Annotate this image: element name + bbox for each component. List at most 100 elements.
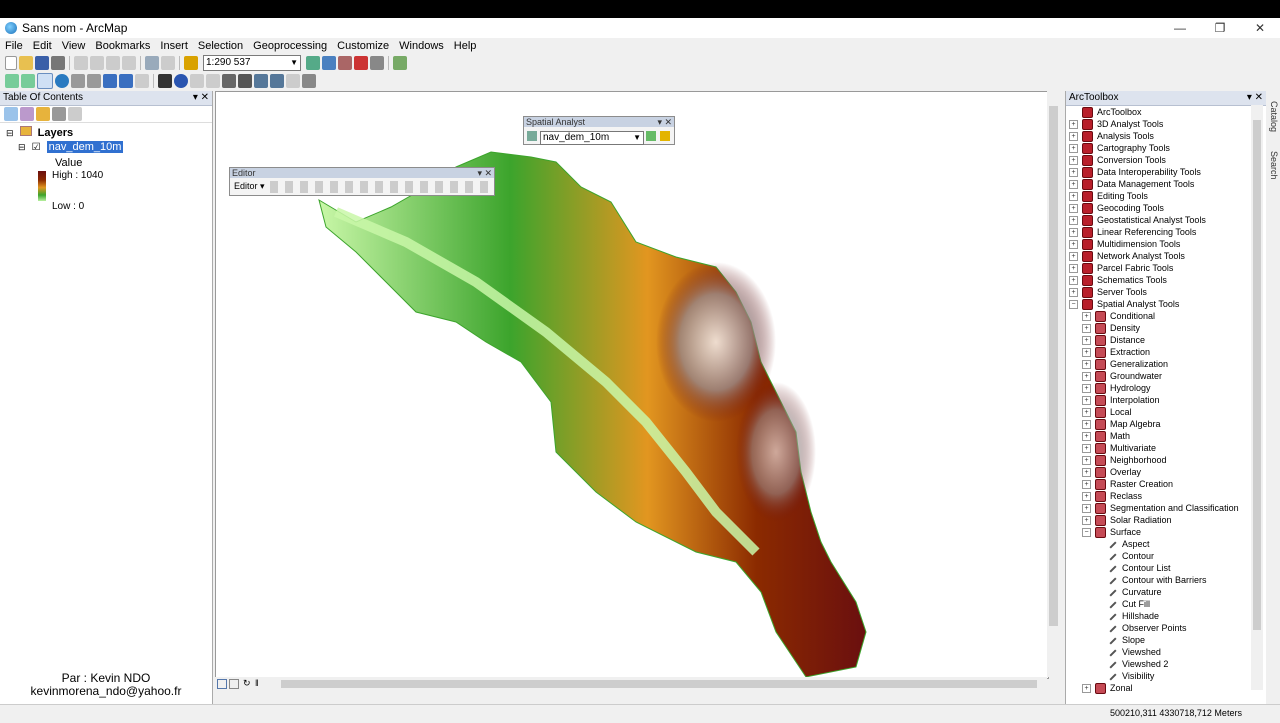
toolset-item[interactable]: + Distance: [1082, 334, 1145, 346]
expand-icon[interactable]: +: [1069, 167, 1078, 177]
toolbox-item[interactable]: + Parcel Fabric Tools: [1069, 262, 1173, 274]
map-vscroll-thumb[interactable]: [1049, 106, 1058, 626]
zoom-out-icon[interactable]: [21, 74, 35, 88]
editor-close-icon[interactable]: ▾ ✕: [477, 168, 492, 178]
surface-tool-item[interactable]: Contour: [1095, 550, 1154, 562]
toolset-item[interactable]: − Surface: [1082, 526, 1141, 538]
toolset-item[interactable]: + Density: [1082, 322, 1140, 334]
fixed-zoom-in-icon[interactable]: [71, 74, 85, 88]
expand-icon[interactable]: +: [1082, 311, 1091, 321]
catalog-tab[interactable]: Catalog: [1267, 101, 1279, 132]
toolset-item[interactable]: + Raster Creation: [1082, 478, 1173, 490]
layer-visibility-checkbox[interactable]: ☑: [32, 142, 41, 153]
expand-icon[interactable]: +: [1082, 467, 1091, 477]
list-by-source-icon[interactable]: [20, 107, 34, 121]
expand-icon[interactable]: +: [1069, 275, 1078, 285]
toolset-item[interactable]: + Local: [1082, 406, 1132, 418]
toolbox-scroll-thumb[interactable]: [1253, 120, 1261, 630]
toc-pin-close-icon[interactable]: ▾ ✕: [193, 91, 209, 105]
expand-icon[interactable]: +: [1082, 491, 1091, 501]
expand-icon[interactable]: +: [1082, 371, 1091, 381]
toolset-item[interactable]: + Math: [1082, 430, 1130, 442]
toc-options-icon[interactable]: [68, 107, 82, 121]
menu-windows[interactable]: Windows: [394, 40, 449, 52]
histogram-icon[interactable]: [646, 131, 656, 141]
toolbox-scrollbar[interactable]: [1251, 105, 1263, 690]
expand-icon[interactable]: +: [1082, 419, 1091, 429]
expand-icon[interactable]: +: [1082, 503, 1091, 513]
expand-icon[interactable]: +: [1082, 455, 1091, 465]
html-popup-icon[interactable]: [206, 74, 220, 88]
toolbox-item[interactable]: + Geocoding Tools: [1069, 202, 1164, 214]
select-features-icon[interactable]: [135, 74, 149, 88]
expand-icon[interactable]: +: [1069, 191, 1078, 201]
surface-tool-item[interactable]: Observer Points: [1095, 622, 1187, 634]
tree-root-arctoolbox[interactable]: ArcToolbox: [1069, 106, 1142, 118]
expand-icon[interactable]: +: [1069, 119, 1078, 129]
expand-icon[interactable]: +: [1082, 443, 1091, 453]
undo-icon[interactable]: [145, 56, 159, 70]
time-slider-icon[interactable]: [286, 74, 300, 88]
toolbox-item[interactable]: − Spatial Analyst Tools: [1069, 298, 1179, 310]
toolbox-item[interactable]: + Server Tools: [1069, 286, 1147, 298]
layer-name[interactable]: nav_dem_10m: [46, 141, 124, 153]
restore-button[interactable]: ❐: [1200, 18, 1240, 38]
arctoolbox-icon[interactable]: [354, 56, 368, 70]
identify-icon[interactable]: [174, 74, 188, 88]
surface-tool-item[interactable]: Visibility: [1095, 670, 1154, 682]
copy-icon[interactable]: [90, 56, 104, 70]
map-view[interactable]: Spatial Analyst ▾ ✕ nav_dem_10m ▼ Editor…: [215, 91, 1049, 679]
chevron-down-icon[interactable]: ▼: [633, 132, 641, 144]
pan-icon[interactable]: [37, 73, 53, 89]
expand-icon[interactable]: +: [1069, 227, 1078, 237]
toolbox-item[interactable]: + Linear Referencing Tools: [1069, 226, 1196, 238]
surface-tool-item[interactable]: Contour with Barriers: [1095, 574, 1207, 586]
full-extent-icon[interactable]: [55, 74, 69, 88]
menu-help[interactable]: Help: [449, 40, 482, 52]
open-folder-icon[interactable]: [19, 56, 33, 70]
toolset-item[interactable]: + Reclass: [1082, 490, 1142, 502]
expand-icon[interactable]: +: [1069, 143, 1078, 153]
expand-icon[interactable]: +: [1082, 335, 1091, 345]
chevron-down-icon[interactable]: ▼: [290, 56, 298, 70]
toolset-item[interactable]: + Interpolation: [1082, 394, 1160, 406]
toolbox-item[interactable]: + Analysis Tools: [1069, 130, 1154, 142]
toolset-item[interactable]: + Neighborhood: [1082, 454, 1167, 466]
menu-geoprocessing[interactable]: Geoprocessing: [248, 40, 332, 52]
fixed-zoom-out-icon[interactable]: [87, 74, 101, 88]
create-viewer-window-icon[interactable]: [302, 74, 316, 88]
menu-file[interactable]: File: [0, 40, 28, 52]
close-button[interactable]: ✕: [1240, 18, 1280, 38]
toolbox-item[interactable]: + Editing Tools: [1069, 190, 1148, 202]
toolset-item[interactable]: + Extraction: [1082, 346, 1150, 358]
find-icon[interactable]: [238, 74, 252, 88]
layout-view-icon[interactable]: [229, 679, 239, 689]
hyperlink-icon[interactable]: [190, 74, 204, 88]
list-by-drawing-order-icon[interactable]: [4, 107, 18, 121]
refresh-icon[interactable]: ↻: [243, 678, 251, 689]
search-tab[interactable]: Search: [1267, 151, 1279, 180]
map-hscroll-thumb[interactable]: [281, 680, 1037, 688]
histogram-chart-icon[interactable]: [660, 131, 670, 141]
toolset-item[interactable]: + Segmentation and Classification: [1082, 502, 1239, 514]
expand-icon[interactable]: +: [1082, 359, 1091, 369]
list-by-selection-icon[interactable]: [52, 107, 66, 121]
list-by-visibility-icon[interactable]: [36, 107, 50, 121]
measure-icon[interactable]: [222, 74, 236, 88]
surface-tool-item[interactable]: Contour List: [1095, 562, 1171, 574]
toolset-item[interactable]: + Generalization: [1082, 358, 1168, 370]
toolbox-item[interactable]: + Network Analyst Tools: [1069, 250, 1185, 262]
expand-icon[interactable]: +: [1069, 179, 1078, 189]
back-extent-icon[interactable]: [103, 74, 117, 88]
collapse-icon[interactable]: −: [1082, 527, 1091, 537]
expand-icon[interactable]: +: [1082, 323, 1091, 333]
expand-icon[interactable]: +: [1082, 395, 1091, 405]
toolset-item[interactable]: + Overlay: [1082, 466, 1141, 478]
expand-icon[interactable]: +: [1082, 347, 1091, 357]
surface-tool-item[interactable]: Viewshed: [1095, 646, 1161, 658]
menu-bookmarks[interactable]: Bookmarks: [90, 40, 155, 52]
surface-tool-item[interactable]: Hillshade: [1095, 610, 1159, 622]
toolbox-item[interactable]: +3D Analyst Tools: [1069, 118, 1163, 130]
toolset-item[interactable]: + Groundwater: [1082, 370, 1162, 382]
spatial-analyst-layer-select[interactable]: nav_dem_10m ▼: [540, 131, 644, 145]
